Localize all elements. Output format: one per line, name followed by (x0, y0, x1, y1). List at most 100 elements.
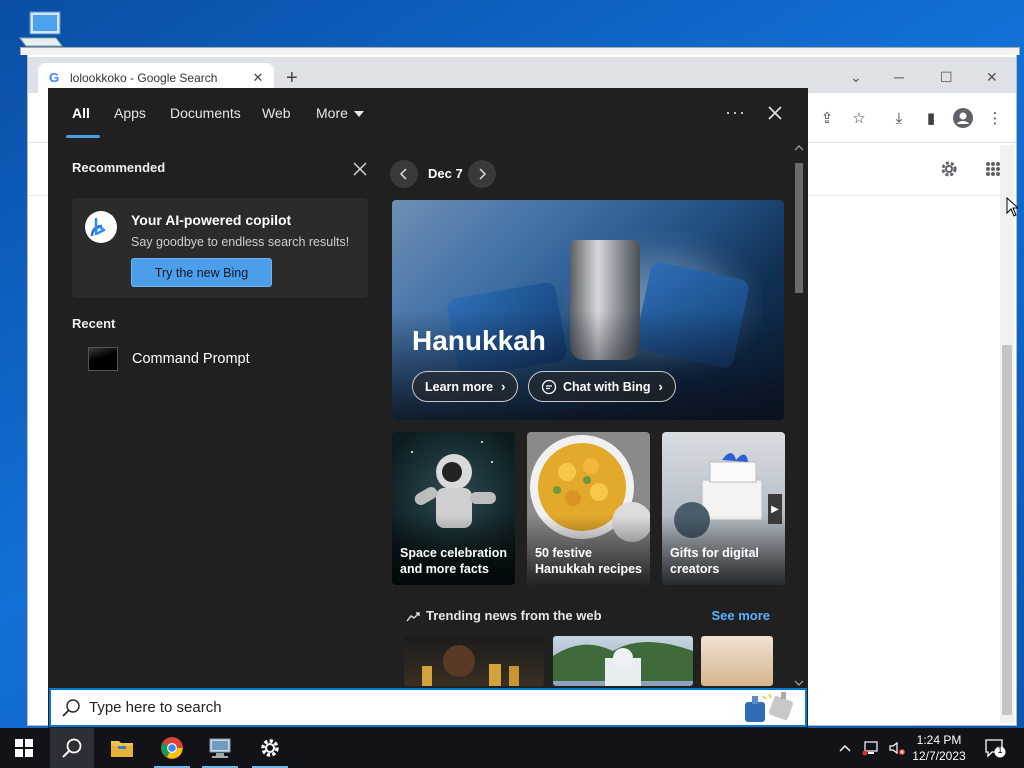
news-thumbnail-2[interactable] (553, 636, 693, 686)
search-flyout: All Apps Documents Web More ··· Recommen… (48, 88, 808, 728)
mouse-cursor-icon (1006, 197, 1018, 217)
taskbar-chrome[interactable] (150, 728, 194, 768)
chat-with-bing-button[interactable]: Chat with Bing › (528, 371, 676, 402)
tile-hanukkah-recipes[interactable]: 50 festive Hanukkah recipes (527, 432, 650, 585)
scroll-up-icon[interactable] (793, 143, 805, 153)
chevron-right-icon: › (658, 379, 663, 394)
taskbar-search-button[interactable] (50, 728, 94, 768)
hero-title: Hanukkah (412, 325, 546, 356)
taskbar-network-app[interactable] (198, 728, 242, 768)
window-shadow-frame (20, 47, 1020, 55)
file-explorer-icon (111, 741, 133, 757)
bookmark-star-icon[interactable]: ☆ (848, 107, 870, 129)
news-thumbnail-1[interactable] (404, 636, 544, 686)
chevron-right-icon (479, 168, 487, 180)
windows-logo-icon (15, 739, 33, 757)
recent-heading: Recent (72, 316, 116, 331)
taskbar: 1:24 PM 12/7/2023 1 (0, 728, 1024, 768)
tile-line-1: Space celebration (400, 546, 507, 560)
action-center-button[interactable]: 1 (984, 738, 1006, 758)
network-icon (209, 738, 231, 758)
search-icon (62, 738, 82, 758)
share-icon[interactable]: ⇪ (816, 107, 838, 129)
tile-label: Gifts for digital creators (670, 545, 779, 577)
chat-with-bing-label: Chat with Bing (563, 379, 651, 394)
side-panel-icon[interactable]: ▮ (920, 107, 942, 129)
bing-icon (85, 211, 117, 243)
dreidel-decoration-icon (745, 692, 793, 722)
taskbar-clock[interactable]: 1:24 PM 12/7/2023 (904, 732, 974, 764)
clock-time: 1:24 PM (916, 733, 962, 747)
previous-day-button[interactable] (390, 160, 418, 188)
tab-web[interactable]: Web (262, 105, 291, 121)
scrollbar-thumb[interactable] (1002, 345, 1012, 715)
try-bing-button[interactable]: Try the new Bing (131, 258, 272, 287)
system-tray (838, 728, 906, 768)
download-icon[interactable]: ⤓ (888, 107, 910, 129)
more-options-icon[interactable]: ··· (725, 102, 746, 123)
tab-documents[interactable]: Documents (170, 105, 241, 121)
recent-item-command-prompt[interactable]: Command Prompt (72, 340, 368, 378)
tab-apps[interactable]: Apps (114, 105, 146, 121)
chat-icon (541, 379, 557, 394)
card-title: Your AI-powered copilot (131, 212, 292, 228)
hanukkah-hero-card[interactable]: Hanukkah Learn more › Chat with Bing › (392, 200, 784, 420)
news-thumbnail-3[interactable] (701, 636, 773, 686)
trending-header: Trending news from the web See more (406, 608, 786, 628)
taskbar-search-box[interactable] (49, 688, 807, 727)
tab-all[interactable]: All (72, 105, 90, 121)
maximize-button[interactable]: ☐ (940, 69, 953, 86)
tile-label: 50 festive Hanukkah recipes (535, 545, 644, 577)
card-subtitle: Say goodbye to endless search results! (131, 235, 350, 249)
tiles-next-button[interactable]: ▶ (768, 494, 782, 524)
minimize-button[interactable]: ─ (894, 69, 904, 85)
chevron-right-icon: › (501, 379, 506, 394)
tile-line-1: Gifts for digital (670, 546, 759, 560)
tile-label: Space celebration and more facts (400, 545, 509, 577)
chevron-up-icon[interactable] (838, 743, 852, 753)
tile-line-1: 50 festive (535, 546, 592, 560)
chevron-left-icon (399, 168, 407, 180)
command-prompt-icon (88, 347, 118, 371)
tab-search-chevron-icon[interactable]: ⌄ (850, 69, 862, 86)
tile-line-2: creators (670, 562, 720, 576)
close-icon[interactable] (764, 102, 786, 124)
news-image (422, 645, 519, 686)
start-button[interactable] (2, 728, 46, 768)
tab-more[interactable]: More (316, 105, 364, 121)
highlight-date: Dec 7 (428, 166, 463, 181)
scroll-down-icon[interactable] (793, 678, 805, 688)
settings-gear-icon[interactable] (938, 158, 960, 180)
network-status-icon[interactable] (862, 740, 880, 756)
tile-space-celebration[interactable]: Space celebration and more facts (392, 432, 515, 585)
learn-more-button[interactable]: Learn more › (412, 371, 519, 402)
google-favicon-icon: G (48, 70, 60, 85)
trending-title: Trending news from the web (426, 608, 602, 623)
news-image (553, 642, 693, 686)
taskbar-file-explorer[interactable] (100, 728, 144, 768)
see-more-link[interactable]: See more (711, 608, 770, 623)
new-tab-button[interactable]: + (286, 67, 298, 90)
bing-promo-card: Your AI-powered copilot Say goodbye to e… (72, 198, 368, 298)
chrome-menu-icon[interactable]: ⋮ (984, 107, 1006, 129)
tile-gifts-digital-creators[interactable]: Gifts for digital creators (662, 432, 785, 585)
settings-icon (261, 739, 279, 757)
learn-more-label: Learn more (425, 379, 494, 394)
window-close-button[interactable]: ✕ (986, 69, 998, 86)
this-pc-icon[interactable] (16, 8, 66, 52)
search-input[interactable] (89, 699, 805, 716)
chrome-icon (161, 737, 183, 759)
page-scrollbar[interactable] (1000, 145, 1014, 723)
search-highlights: Dec 7 Hanukkah Learn more › Chat with Bin… (388, 154, 793, 686)
recent-item-label: Command Prompt (132, 351, 250, 367)
flyout-scrollbar[interactable] (793, 143, 805, 688)
profile-avatar-icon[interactable] (952, 107, 974, 129)
trend-icon (406, 612, 420, 622)
tab-close-icon[interactable]: ✕ (250, 70, 266, 86)
search-icon (62, 698, 80, 717)
left-column: Recommended Your AI-powered copilot Say … (72, 160, 368, 371)
flyout-scroll-thumb[interactable] (795, 163, 803, 293)
next-day-button[interactable] (468, 160, 496, 188)
dismiss-recommended-icon[interactable] (353, 162, 367, 176)
taskbar-settings[interactable] (248, 728, 292, 768)
